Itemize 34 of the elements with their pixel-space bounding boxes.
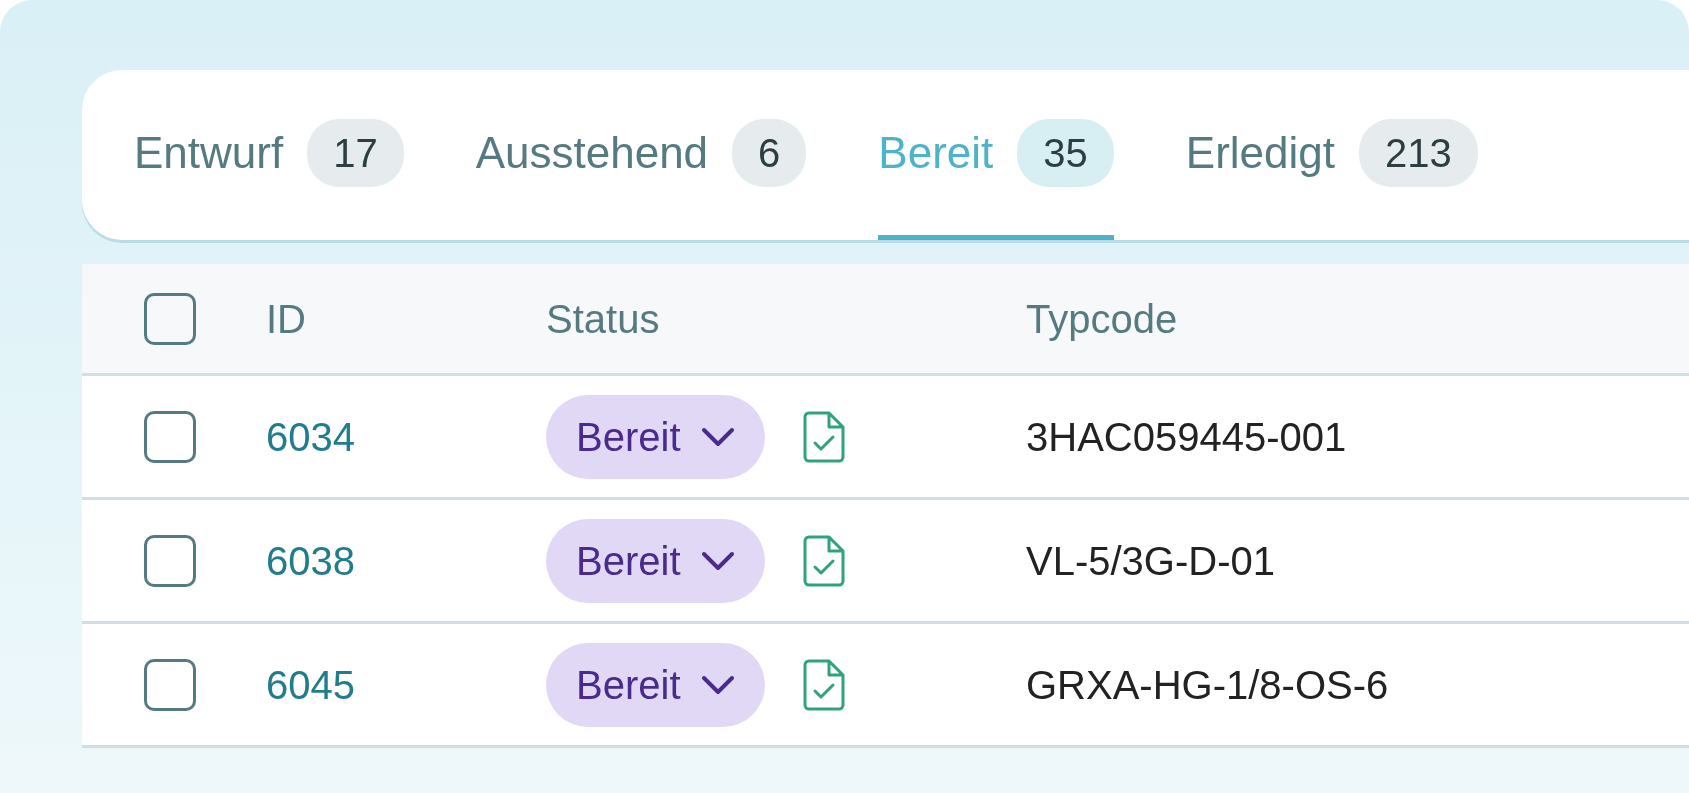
row-checkbox[interactable] [144,658,196,711]
id-link[interactable]: 6045 [266,662,355,707]
chevron-down-icon [700,674,735,695]
typcode-cell-text: GRXA-HG-1/8-OS-6 [1026,661,1389,709]
id-link[interactable]: 6038 [266,538,355,583]
column-header: Typcode [1026,296,1178,341]
status-dropdown[interactable]: Bereit [546,394,765,479]
column-header: ID [266,296,306,341]
chevron-down-icon [700,426,735,447]
select-all-checkbox[interactable] [144,292,196,345]
count-badge: 6 [732,118,807,187]
row-checkbox[interactable] [144,534,196,587]
typcode-cell-text: 3HAC059445-001 [1026,413,1347,461]
status-dropdown[interactable]: Bereit [546,642,765,727]
tab[interactable]: Ausstehend 6 [475,70,807,240]
tab-label: Entwurf [134,126,284,179]
document-check-icon [802,534,845,587]
count-badge: 35 [1017,118,1114,187]
count-badge: 17 [307,118,404,187]
tab-label: Erledigt [1185,126,1335,179]
column-header: Status [546,295,660,343]
tab[interactable]: Entwurf 17 [134,70,404,240]
chevron-down-icon [700,550,735,571]
id-link[interactable]: 6034 [266,414,355,459]
tab[interactable]: Erledigt 213 [1185,70,1478,240]
typcode-cell-text: VL-5/3G-D-01 [1026,537,1275,585]
tab-label: Ausstehend [475,126,709,179]
tab[interactable]: Bereit 35 [878,70,1114,240]
row-checkbox[interactable] [144,410,196,463]
count-badge: 213 [1358,118,1478,187]
status-dropdown[interactable]: Bereit [546,518,765,603]
document-check-icon [802,410,845,463]
tab-label: Bereit [878,126,994,179]
document-check-icon [802,658,845,711]
